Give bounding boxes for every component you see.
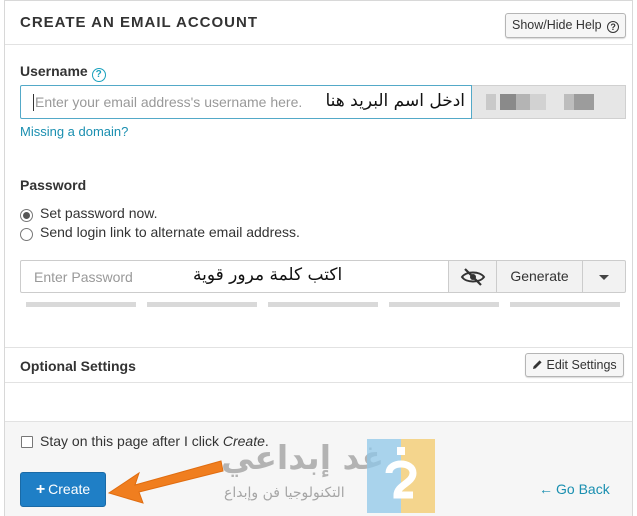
plus-icon: +: [35, 481, 46, 498]
watermark-brand: غد إبداعي: [221, 438, 385, 477]
blur-block: [516, 94, 530, 110]
missing-domain-link[interactable]: Missing a domain?: [20, 124, 128, 139]
password-annotation: اكتب كلمة مرور قوية: [193, 265, 343, 285]
password-placeholder: Enter Password: [34, 269, 133, 285]
domain-select-blurred[interactable]: [472, 85, 626, 119]
blur-block: [500, 94, 516, 110]
blur-block: [486, 94, 496, 110]
strength-meter-segment: [26, 302, 136, 307]
password-label: Password: [20, 177, 87, 193]
username-placeholder: Enter your email address's username here…: [35, 94, 303, 110]
generate-options-dropdown[interactable]: [583, 260, 626, 293]
edit-settings-label: Edit Settings: [546, 358, 617, 372]
create-button-label: Create: [48, 481, 91, 497]
watermark-tagline: التكنولوجيا فن وإبداع: [224, 485, 345, 501]
password-input[interactable]: Enter Password اكتب كلمة مرور قوية: [20, 260, 449, 293]
pencil-icon: [533, 360, 542, 369]
question-icon: ?: [607, 21, 620, 33]
create-email-panel: CREATE AN EMAIL ACCOUNT Show/Hide Help ?…: [4, 0, 633, 516]
username-annotation: ادخل اسم البريد هنا: [325, 91, 465, 111]
username-help-icon[interactable]: ?: [91, 68, 106, 82]
radio-send-login-link[interactable]: [20, 228, 33, 241]
strength-meter-segment: [268, 302, 378, 307]
annotation-arrow-icon: [107, 460, 224, 504]
username-label: Username?: [20, 63, 106, 82]
blur-block: [574, 94, 594, 110]
eye-slash-icon: [460, 268, 486, 286]
show-hide-help-button[interactable]: Show/Hide Help ?: [505, 13, 627, 38]
strength-meter-segment: [389, 302, 499, 307]
blur-block: [564, 94, 574, 110]
radio-label-set-password-now: Set password now.: [40, 205, 158, 221]
username-input[interactable]: Enter your email address's username here…: [20, 85, 472, 119]
stay-on-page-checkbox[interactable]: [21, 436, 33, 448]
blur-block: [530, 94, 546, 110]
go-back-link[interactable]: ← Go Back: [539, 481, 610, 497]
strength-meter-segment: [510, 302, 620, 307]
panel-header: CREATE AN EMAIL ACCOUNT Show/Hide Help ?: [5, 1, 632, 45]
arrow-left-icon: ←: [539, 481, 553, 497]
help-button-label: Show/Hide Help: [512, 18, 602, 32]
optional-settings-title: Optional Settings: [20, 358, 136, 374]
edit-settings-button[interactable]: Edit Settings: [525, 353, 624, 377]
page-title: CREATE AN EMAIL ACCOUNT: [20, 14, 258, 31]
radio-set-password-now[interactable]: [20, 209, 33, 222]
go-back-label: Go Back: [556, 481, 610, 497]
create-button[interactable]: + Create: [20, 472, 106, 507]
radio-label-send-login-link: Send login link to alternate email addre…: [40, 224, 300, 240]
text-cursor: [33, 94, 34, 111]
toggle-password-visibility-button[interactable]: [449, 260, 497, 293]
watermark-logo-icon: [367, 439, 435, 513]
strength-meter-segment: [147, 302, 257, 307]
optional-settings-bar: Optional Settings Edit Settings: [5, 347, 632, 383]
generate-password-button[interactable]: Generate: [497, 260, 583, 293]
